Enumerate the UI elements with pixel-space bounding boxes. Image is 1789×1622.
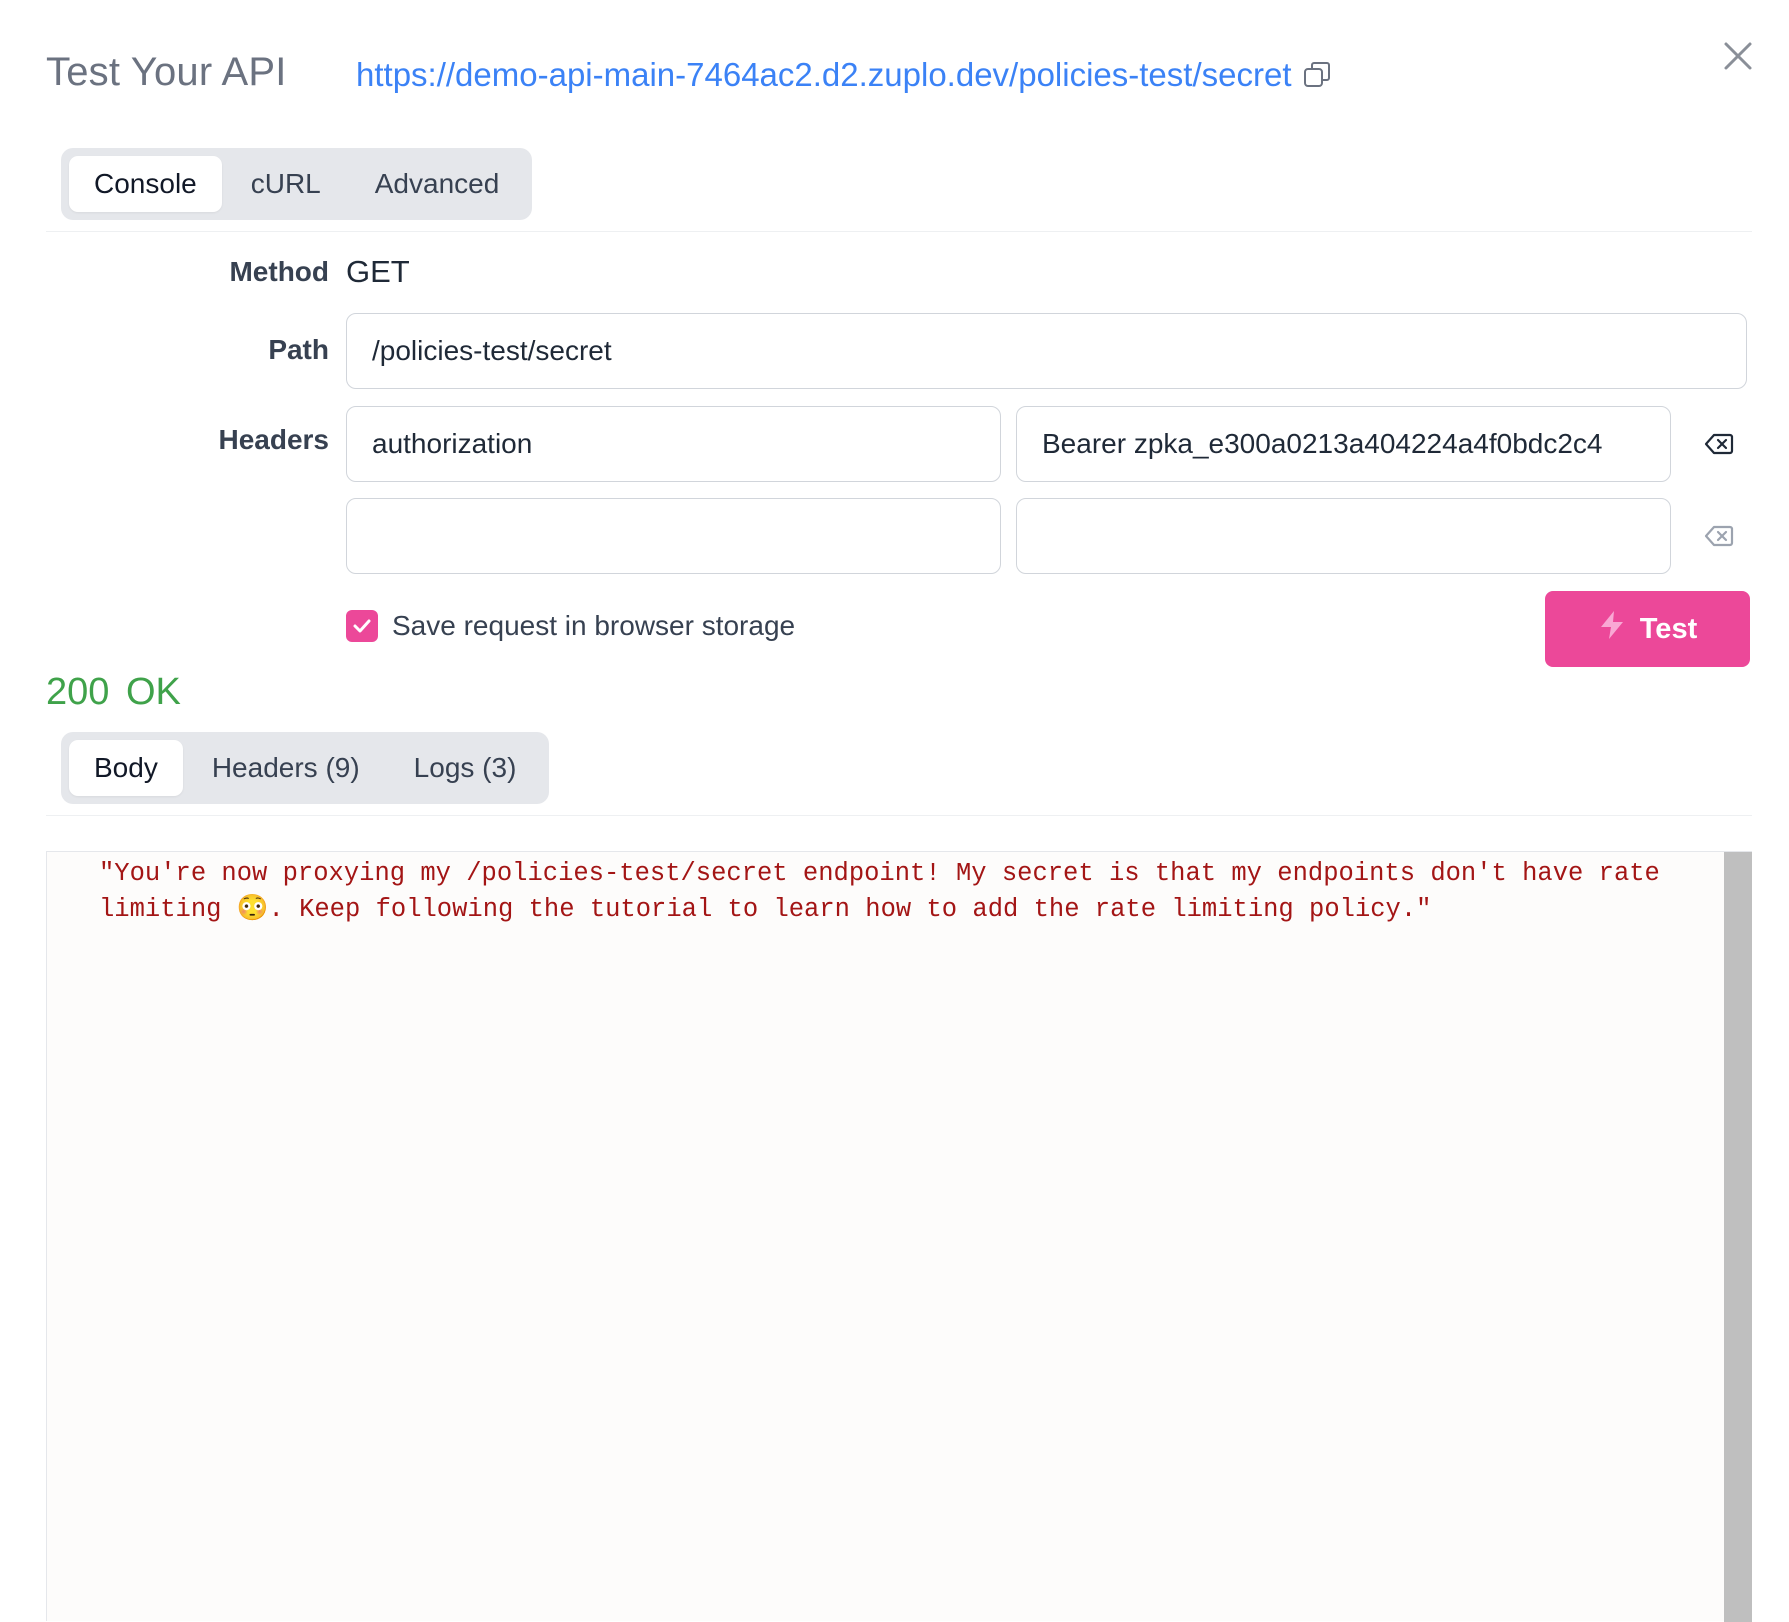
response-body-text: "You're now proxying my /policies-test/s… — [99, 859, 1660, 924]
tab-response-headers[interactable]: Headers (9) — [187, 740, 385, 796]
path-label: Path — [268, 334, 329, 365]
mode-tabs: Console cURL Advanced — [61, 148, 533, 220]
method-value: GET — [346, 254, 410, 289]
test-button[interactable]: Test — [1545, 591, 1750, 667]
headers-label: Headers — [218, 424, 329, 455]
endpoint-url-row: https://demo-api-main-7464ac2.d2.zuplo.d… — [356, 56, 1332, 94]
header-key-input-empty[interactable] — [346, 498, 1001, 574]
checkmark-icon — [353, 619, 371, 633]
response-status: 200 OK — [46, 671, 181, 713]
response-body-scrollbar[interactable] — [1724, 852, 1752, 1622]
test-button-label: Test — [1639, 612, 1698, 645]
save-request-toggle[interactable]: Save request in browser storage — [346, 610, 795, 642]
close-icon[interactable] — [1718, 36, 1758, 76]
delete-header-icon[interactable] — [1703, 428, 1735, 460]
tab-advanced[interactable]: Advanced — [350, 156, 525, 212]
delete-header-icon-disabled[interactable] — [1703, 520, 1735, 552]
header-value-input[interactable] — [1016, 406, 1671, 482]
lightning-icon — [1598, 610, 1626, 648]
header-key-input[interactable] — [346, 406, 1001, 482]
dialog-title: Test Your API — [46, 50, 287, 94]
tab-logs[interactable]: Logs (3) — [389, 740, 542, 796]
tab-console[interactable]: Console — [69, 156, 222, 212]
path-input[interactable] — [346, 313, 1747, 389]
tab-curl[interactable]: cURL — [226, 156, 346, 212]
response-body-panel[interactable]: "You're now proxying my /policies-test/s… — [46, 851, 1752, 1622]
endpoint-url-link[interactable]: https://demo-api-main-7464ac2.d2.zuplo.d… — [356, 56, 1292, 94]
save-request-checkbox[interactable] — [346, 610, 378, 642]
method-label: Method — [229, 256, 329, 287]
copy-icon[interactable] — [1302, 60, 1332, 90]
save-request-label: Save request in browser storage — [392, 610, 796, 641]
response-tabs: Body Headers (9) Logs (3) — [61, 732, 550, 804]
header-value-input-empty[interactable] — [1016, 498, 1671, 574]
divider — [46, 231, 1752, 232]
tab-body[interactable]: Body — [69, 740, 183, 796]
divider — [46, 815, 1752, 816]
